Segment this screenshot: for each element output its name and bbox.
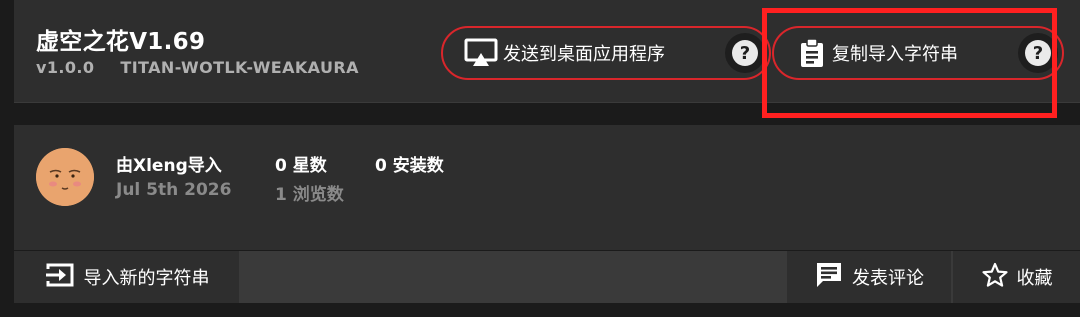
send-to-desktop-label: 发送到桌面应用程序 [503, 44, 665, 65]
cast-to-desktop-icon [459, 38, 503, 68]
action-bar: 导入新的字符串 发表评论 收藏 [14, 251, 1080, 303]
copy-import-string-button[interactable]: 复制导入字符串 ? [772, 26, 1064, 80]
help-icon[interactable]: ? [725, 33, 765, 73]
source-label: TITAN-WOTLK-WEAKAURA [120, 58, 359, 77]
header-card: 虚空之花V1.69 v1.0.0 TITAN-WOTLK-WEAKAURA 发送… [14, 0, 1080, 103]
favorite-button[interactable]: 收藏 [953, 251, 1080, 303]
star-icon [981, 261, 1009, 294]
info-card: 由Xleng导入 Jul 5th 2026 0 星数 0 安装数 1 浏览数 [14, 125, 1080, 250]
import-date: Jul 5th 2026 [116, 180, 232, 200]
stars-count: 0 星数 [275, 156, 327, 176]
aura-title: 虚空之花V1.69 [36, 29, 206, 55]
post-comment-button[interactable]: 发表评论 [787, 251, 951, 303]
help-icon[interactable]: ? [1018, 33, 1058, 73]
author-label[interactable]: 由Xleng导入 [116, 151, 222, 176]
import-icon [44, 261, 76, 294]
avatar[interactable] [36, 148, 94, 206]
installs-count: 0 安装数 [375, 156, 444, 176]
import-new-string-label: 导入新的字符串 [83, 268, 210, 289]
post-comment-label: 发表评论 [852, 268, 924, 289]
clipboard-icon [792, 38, 832, 68]
version-label: v1.0.0 [36, 58, 95, 77]
favorite-label: 收藏 [1016, 268, 1053, 289]
copy-import-string-label: 复制导入字符串 [832, 44, 958, 65]
views-count: 1 浏览数 [275, 185, 344, 205]
send-to-desktop-button[interactable]: 发送到桌面应用程序 ? [441, 26, 771, 80]
comment-icon [814, 260, 844, 295]
import-new-string-button[interactable]: 导入新的字符串 [14, 251, 239, 303]
aura-subtitle: v1.0.0 TITAN-WOTLK-WEAKAURA [36, 58, 359, 77]
